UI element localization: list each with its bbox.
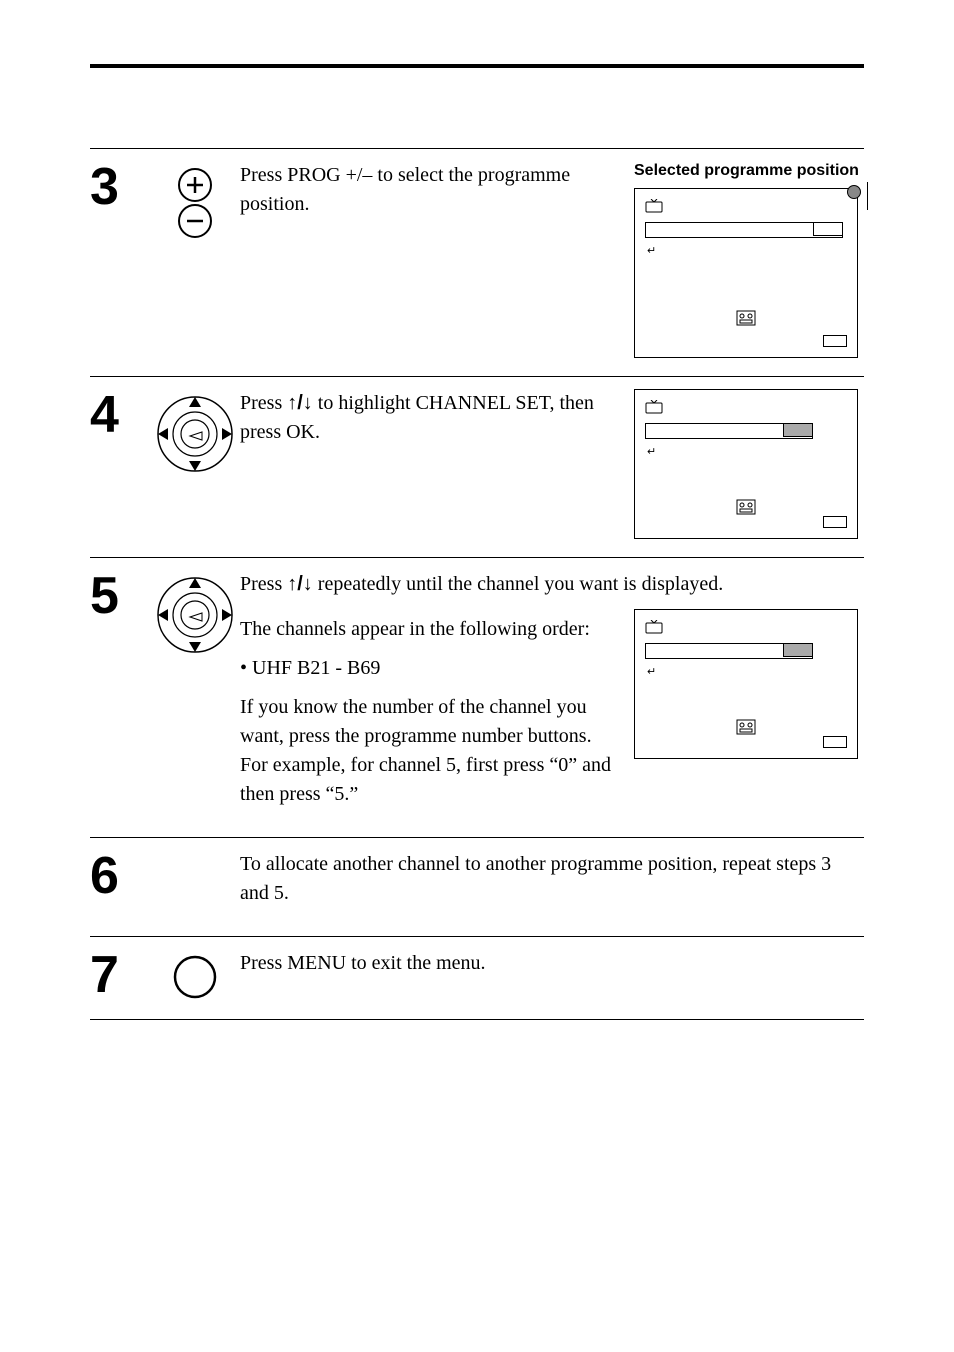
step-figure: Selected programme position ↵ <box>634 161 864 358</box>
step-text: Press PROG +/– to select the programme p… <box>240 161 614 229</box>
speed-indicator-icon <box>823 736 847 748</box>
step-number: 3 <box>90 161 150 213</box>
step-number: 4 <box>90 389 150 441</box>
nav-wheel-icon <box>156 395 234 473</box>
cassette-icon <box>736 499 756 520</box>
step-4: 4 Press ↑/↓ to highlight CHANNEL SET, th… <box>90 376 864 557</box>
bullet-item: UHF B21 - B69 <box>240 654 614 683</box>
step-3: 3 Press PROG +/– to select the programme… <box>90 148 864 376</box>
tv-screen-diagram: ↵ <box>634 389 858 539</box>
tv-screen-diagram: ↵ <box>634 188 858 358</box>
step-paragraph: To allocate another channel to another p… <box>240 850 864 908</box>
step-number: 6 <box>90 850 150 902</box>
figure-caption: Selected programme position <box>634 161 864 182</box>
step-paragraph: Press MENU to exit the menu. <box>240 949 864 978</box>
menu-row-end <box>783 643 813 657</box>
cassette-icon <box>736 310 756 331</box>
step-number: 7 <box>90 949 150 1001</box>
step-paragraph: The channels appear in the following ord… <box>240 615 614 644</box>
step-5: 5 Press ↑/↓ repeatedly until the channel… <box>90 557 864 837</box>
caption-leader-line <box>867 182 868 210</box>
cassette-icon <box>736 719 756 740</box>
nav-wheel-icon <box>156 576 234 654</box>
step-paragraph: Press ↑/↓ to highlight CHANNEL SET, then… <box>240 389 614 447</box>
return-icon: ↵ <box>647 244 847 257</box>
up-down-arrow-icon: ↑/↓ <box>287 573 313 595</box>
up-down-arrow-icon: ↑/↓ <box>287 392 313 414</box>
menu-row <box>645 222 843 238</box>
step-text: To allocate another channel to another p… <box>240 850 864 918</box>
text-fragment: Press <box>240 573 287 595</box>
text-fragment: Press <box>240 392 287 414</box>
step-paragraph: Press PROG +/– to select the programme p… <box>240 161 614 219</box>
tv-icon <box>645 620 663 637</box>
tv-screen-diagram: ↵ <box>634 609 858 759</box>
tv-icon <box>645 199 663 216</box>
step-text: Press MENU to exit the menu. <box>240 949 864 988</box>
step-icon <box>150 389 240 473</box>
step-number: 5 <box>90 570 150 622</box>
menu-button-icon <box>173 955 217 999</box>
step-text: Press ↑/↓ repeatedly until the channel y… <box>240 570 864 599</box>
step-text: Press ↑/↓ to highlight CHANNEL SET, then… <box>240 389 614 457</box>
text-fragment: repeatedly until the channel you want is… <box>313 573 723 595</box>
step-icon <box>150 570 240 654</box>
step-icon <box>150 949 240 999</box>
step-icon-empty <box>150 850 240 856</box>
speed-indicator-icon <box>823 516 847 528</box>
return-icon: ↵ <box>647 665 847 678</box>
step-paragraph: Press ↑/↓ repeatedly until the channel y… <box>240 570 864 599</box>
menu-row-selected <box>645 423 813 439</box>
step-paragraph: If you know the number of the channel yo… <box>240 693 614 809</box>
caption-text: Selected programme position <box>634 162 859 179</box>
menu-row-end <box>783 423 813 437</box>
footer-rule <box>90 1019 864 1020</box>
menu-row-end <box>813 222 843 236</box>
prog-plus-minus-icon <box>175 167 215 241</box>
tv-icon <box>645 400 663 417</box>
speed-indicator-icon <box>823 335 847 347</box>
step-figure: ↵ <box>634 389 864 539</box>
page: 3 Press PROG +/– to select the programme… <box>0 0 954 1352</box>
step-figure: ↵ <box>634 609 864 759</box>
step-7: 7 Press MENU to exit the menu. <box>90 936 864 1019</box>
step-6: 6 To allocate another channel to another… <box>90 837 864 936</box>
step-text-continued: The channels appear in the following ord… <box>240 609 614 819</box>
header-rule <box>90 64 864 68</box>
step-icon <box>150 161 240 241</box>
highlight-dot-icon <box>847 185 861 199</box>
menu-row-selected <box>645 643 813 659</box>
return-icon: ↵ <box>647 445 847 458</box>
